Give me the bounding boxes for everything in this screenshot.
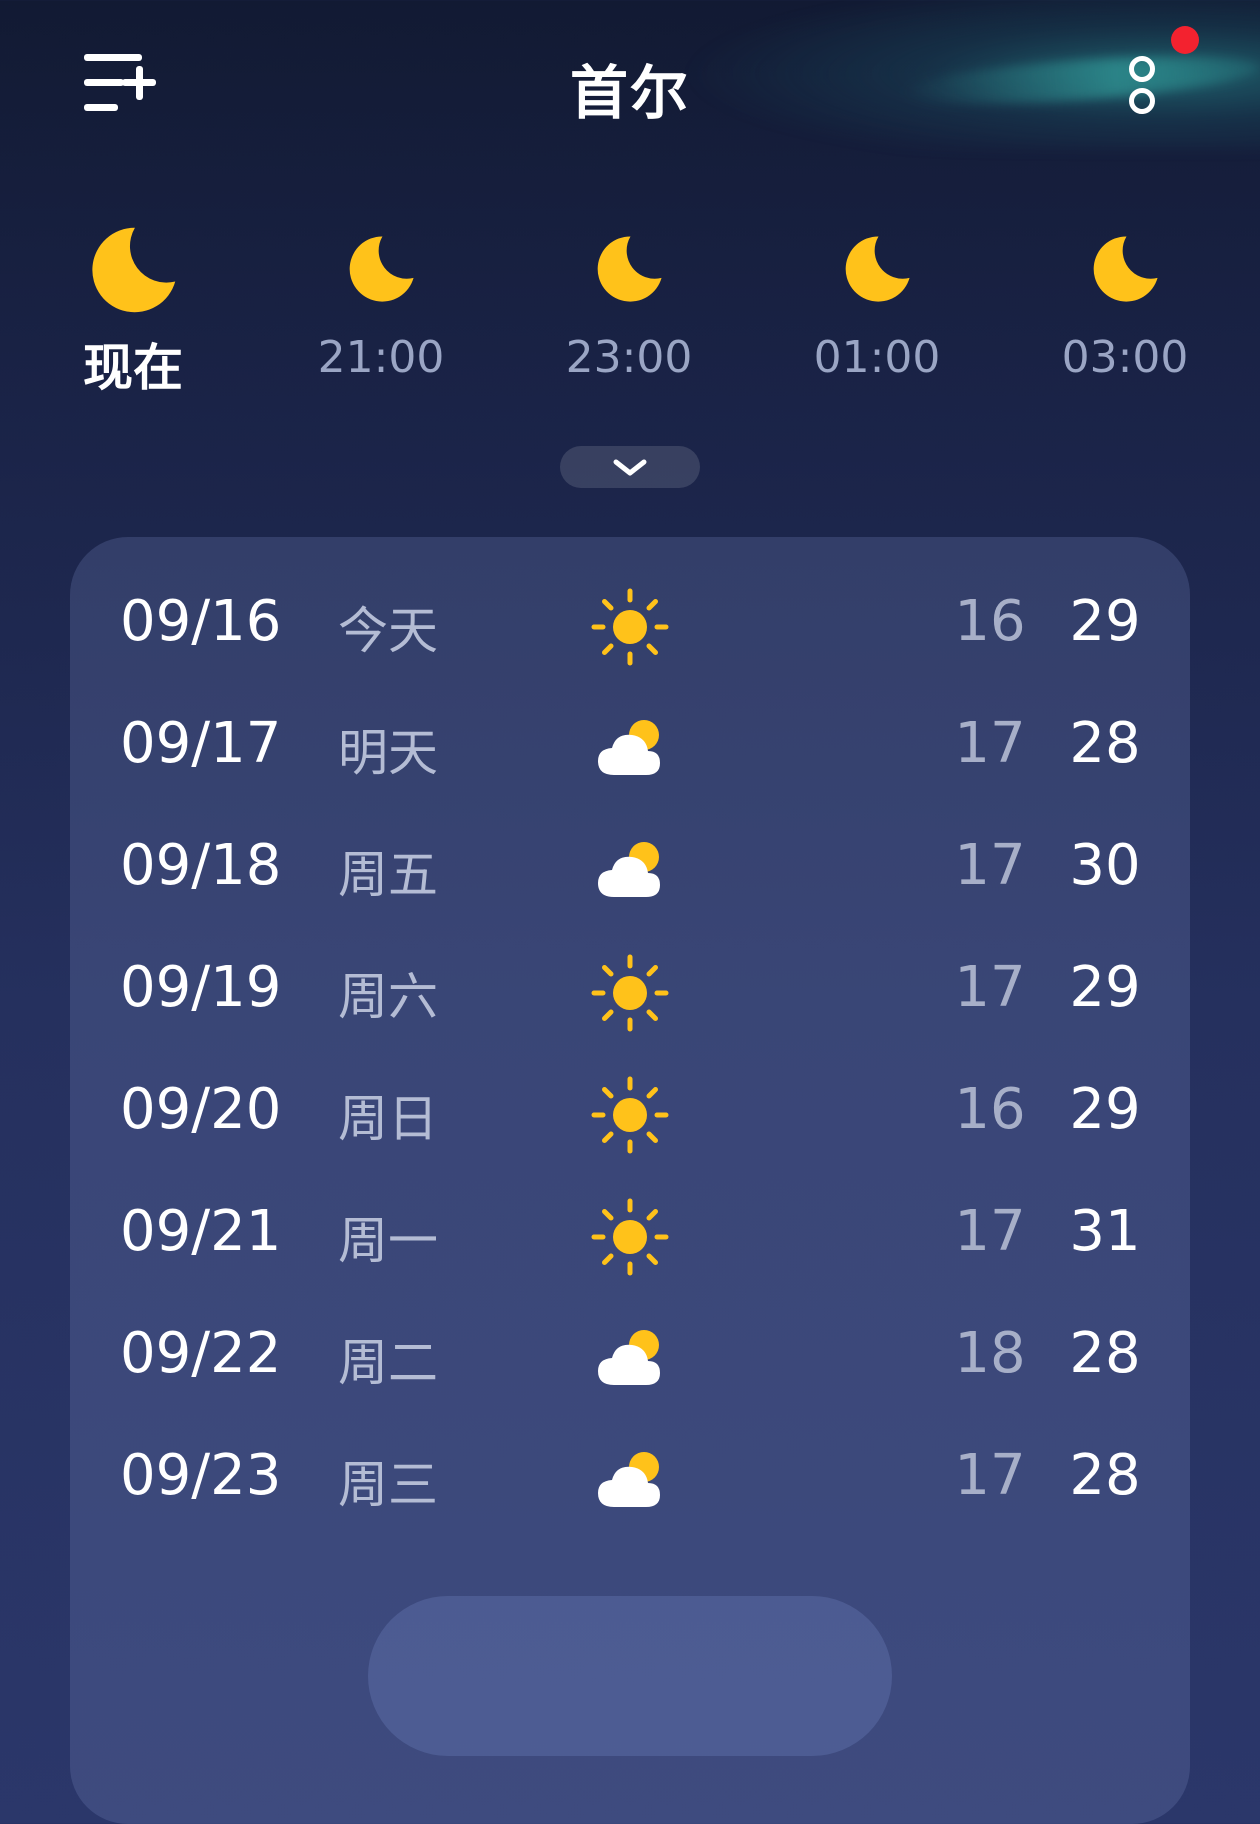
partly-cloudy-icon	[590, 831, 670, 911]
day-name: 周五	[338, 846, 438, 904]
chevron-down-icon	[613, 459, 647, 476]
hourly-item: 21:00	[286, 210, 476, 383]
day-date: 09/19	[120, 955, 282, 1020]
day-name: 周六	[338, 968, 438, 1026]
day-name: 周三	[338, 1456, 438, 1514]
day-low-temp: 17	[954, 1443, 1026, 1508]
expand-hourly-button[interactable]	[560, 446, 700, 488]
day-date: 09/22	[120, 1321, 282, 1386]
daily-row[interactable]: 09/17 明天 17 28	[70, 687, 1190, 809]
app-header: 首尔	[0, 0, 1260, 170]
hourly-item: 03:00	[1030, 210, 1220, 383]
moon-icon	[85, 222, 181, 318]
day-high-temp: 28	[1069, 1443, 1141, 1508]
hourly-time-label: 21:00	[317, 332, 445, 383]
moon-icon	[840, 232, 914, 306]
moon-icon	[344, 232, 418, 306]
daily-row[interactable]: 09/16 今天 16 29	[70, 565, 1190, 687]
partly-cloudy-icon	[590, 709, 670, 789]
sun-icon	[590, 587, 670, 667]
day-low-temp: 16	[954, 1077, 1026, 1142]
hourly-item: 01:00	[782, 210, 972, 383]
moon-icon	[592, 232, 666, 306]
day-date: 09/16	[120, 589, 282, 654]
daily-row[interactable]: 09/22 周二 18 28	[70, 1297, 1190, 1419]
day-date: 09/23	[120, 1443, 282, 1508]
daily-row[interactable]: 09/19 周六 17 29	[70, 931, 1190, 1053]
daily-row[interactable]: 09/18 周五 17 30	[70, 809, 1190, 931]
day-high-temp: 28	[1069, 1321, 1141, 1386]
day-high-temp: 29	[1069, 955, 1141, 1020]
day-name: 今天	[338, 602, 438, 660]
partly-cloudy-icon	[590, 1319, 670, 1399]
day-date: 09/18	[120, 833, 282, 898]
forecast-more-button[interactable]	[368, 1596, 892, 1756]
day-low-temp: 16	[954, 589, 1026, 654]
more-options-button[interactable]	[1120, 52, 1164, 122]
day-high-temp: 30	[1069, 833, 1141, 898]
day-high-temp: 29	[1069, 1077, 1141, 1142]
daily-row[interactable]: 09/23 周三 17 28	[70, 1419, 1190, 1541]
day-low-temp: 17	[954, 1199, 1026, 1264]
hourly-time-label: 23:00	[565, 332, 693, 383]
sun-icon	[590, 1075, 670, 1155]
hourly-item-now: 现在	[38, 210, 228, 397]
day-name: 周一	[338, 1212, 438, 1270]
daily-row[interactable]: 09/20 周日 16 29	[70, 1053, 1190, 1175]
day-low-temp: 17	[954, 833, 1026, 898]
day-name: 周二	[338, 1334, 438, 1392]
partly-cloudy-icon	[590, 1441, 670, 1521]
notification-dot	[1171, 26, 1199, 54]
day-low-temp: 17	[954, 955, 1026, 1020]
hourly-time-label: 01:00	[813, 332, 941, 383]
day-name: 明天	[338, 724, 438, 782]
daily-row[interactable]: 09/21 周一 17 31	[70, 1175, 1190, 1297]
hourly-item: 23:00	[534, 210, 724, 383]
hourly-time-label: 03:00	[1061, 332, 1189, 383]
day-date: 09/21	[120, 1199, 282, 1264]
moon-icon	[1088, 232, 1162, 306]
day-low-temp: 18	[954, 1321, 1026, 1386]
sun-icon	[590, 953, 670, 1033]
sun-icon	[590, 1197, 670, 1277]
day-low-temp: 17	[954, 711, 1026, 776]
day-high-temp: 31	[1069, 1199, 1141, 1264]
day-date: 09/17	[120, 711, 282, 776]
day-high-temp: 28	[1069, 711, 1141, 776]
hourly-time-label: 现在	[83, 339, 183, 397]
day-date: 09/20	[120, 1077, 282, 1142]
day-high-temp: 29	[1069, 589, 1141, 654]
city-title: 首尔	[569, 59, 690, 127]
hourly-forecast: 现在 21:00 23:00 01:00 03:00	[0, 210, 1260, 400]
day-name: 周日	[338, 1090, 438, 1148]
